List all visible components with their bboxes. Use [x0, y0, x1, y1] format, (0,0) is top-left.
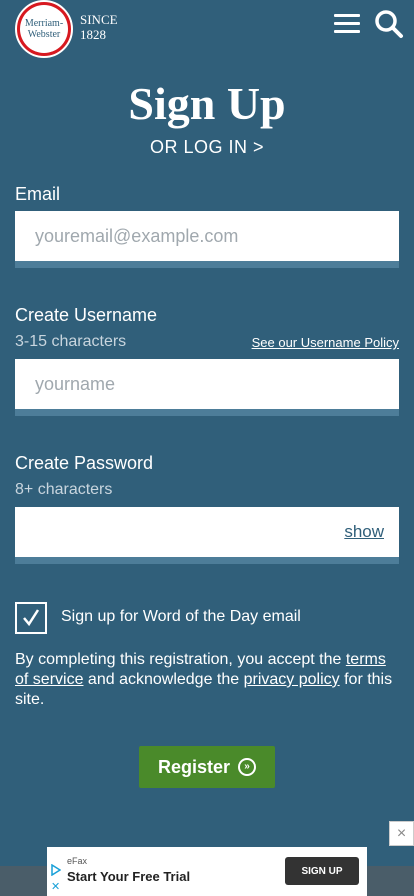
password-show-toggle[interactable]: show	[344, 507, 384, 557]
top-header: Merriam- Webster SINCE 1828	[0, 0, 414, 58]
ad-choices-close-icon[interactable]: ✕	[51, 880, 60, 893]
login-link[interactable]: OR LOG IN >	[0, 137, 414, 158]
password-field[interactable]: show	[15, 507, 399, 564]
terms-prefix: By completing this registration, you acc…	[15, 651, 342, 668]
username-field[interactable]: yourname	[15, 359, 399, 416]
email-placeholder: youremail@example.com	[35, 225, 239, 246]
search-icon[interactable]	[374, 9, 404, 39]
ad-headline: Start Your Free Trial	[67, 869, 191, 884]
register-button[interactable]: Register »	[139, 746, 275, 788]
logo-line-1: Merriam-	[24, 18, 64, 29]
checkmark-icon	[23, 609, 40, 627]
terms-notice: By completing this registration, you acc…	[15, 650, 399, 710]
ad-choices-play-icon[interactable]	[51, 864, 61, 876]
terms-middle: and acknowledge the	[87, 671, 240, 688]
username-label: Create Username	[15, 305, 158, 325]
username-placeholder: yourname	[35, 373, 116, 394]
since-label: SINCE	[80, 12, 118, 27]
page-title: Sign Up	[128, 78, 286, 129]
ad-banner[interactable]: ✕ eFax Start Your Free Trial SIGN UP	[47, 847, 367, 896]
email-label: Email	[15, 184, 61, 204]
username-policy-link[interactable]: See our Username Policy	[252, 335, 399, 350]
wotd-checkbox[interactable]	[15, 602, 47, 634]
double-chevron-right-icon: »	[238, 758, 257, 776]
logo-text: Merriam- Webster	[20, 5, 68, 53]
ad-close-icon[interactable]: ×	[389, 821, 414, 846]
ad-brand: eFax	[67, 856, 88, 866]
ad-signup-button[interactable]: SIGN UP	[285, 857, 359, 885]
register-button-label: Register	[157, 756, 231, 777]
since-tagline: SINCE 1828	[80, 12, 118, 42]
merriam-webster-logo[interactable]: Merriam- Webster	[15, 0, 73, 58]
wotd-checkbox-label: Sign up for Word of the Day email	[61, 608, 301, 625]
hamburger-menu-icon[interactable]	[334, 14, 360, 36]
logo-line-2: Webster	[27, 29, 61, 40]
password-label: Create Password	[15, 453, 154, 473]
username-hint: 3-15 characters	[15, 333, 127, 350]
since-year: 1828	[80, 27, 106, 42]
password-hint: 8+ characters	[15, 481, 113, 498]
privacy-policy-link[interactable]: privacy policy	[244, 671, 340, 688]
email-field[interactable]: youremail@example.com	[15, 211, 399, 268]
